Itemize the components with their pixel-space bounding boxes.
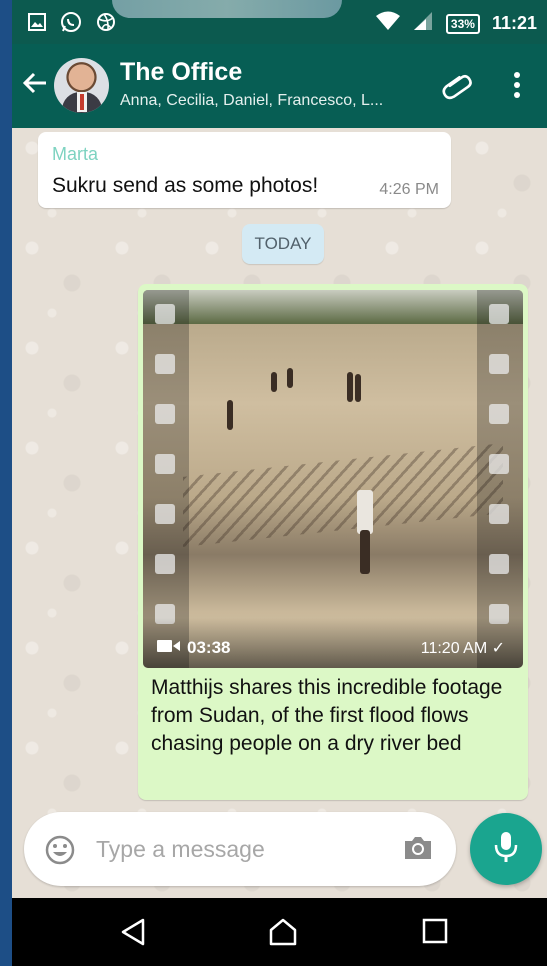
avatar[interactable]: [54, 58, 109, 113]
sender-name: Marta: [52, 144, 99, 164]
chat-area[interactable]: Marta Sukru send as some photos! 4:26 PM…: [12, 128, 547, 898]
chat-title[interactable]: The Office: [120, 58, 242, 87]
phone-screen: 33% 11:21 The Office Anna, Cecilia, Dani…: [12, 0, 547, 966]
microphone-icon: [493, 830, 519, 869]
filmstrip-right: [477, 290, 523, 668]
message-input[interactable]: [96, 826, 386, 872]
nav-back-icon[interactable]: [120, 918, 146, 951]
clock: 11:21: [491, 13, 537, 33]
wallpaper-peek: [112, 0, 342, 18]
more-vert-icon[interactable]: [512, 72, 522, 103]
battery-icon: 33%: [445, 13, 480, 34]
message-text: Sukru send as some photos!: [52, 174, 319, 197]
message-time: 4:26 PM: [379, 181, 439, 198]
video-duration: 03:38: [187, 638, 231, 657]
message-time: 11:20 AM ✓: [420, 640, 505, 657]
date-separator: TODAY: [242, 224, 324, 264]
video-caption: Matthijs shares this incredible footage …: [151, 676, 503, 755]
nav-home-icon[interactable]: [268, 918, 298, 951]
microphone-button[interactable]: [470, 813, 542, 885]
outgoing-video-message[interactable]: 03:38 11:20 AM ✓ Matthijs shares this in…: [138, 284, 528, 800]
emoji-icon[interactable]: [44, 834, 76, 871]
chat-header: The Office Anna, Cecilia, Daniel, France…: [12, 44, 547, 128]
image-icon: [28, 13, 46, 36]
back-arrow-icon[interactable]: [22, 70, 48, 101]
video-thumbnail[interactable]: 03:38 11:20 AM ✓: [143, 290, 523, 668]
status-bar: 33% 11:21: [12, 0, 547, 44]
video-camera-icon: [157, 638, 181, 658]
navigation-bar: [12, 898, 547, 966]
filmstrip-left: [143, 290, 189, 668]
signal-icon: [412, 11, 434, 36]
nav-recents-icon[interactable]: [422, 918, 448, 949]
chat-participants[interactable]: Anna, Cecilia, Daniel, Francesco, L...: [120, 92, 430, 110]
whatsapp-icon: [60, 11, 82, 38]
camera-icon[interactable]: [402, 834, 434, 867]
message-composer: [24, 812, 456, 886]
dribbble-icon: [96, 12, 116, 37]
wifi-icon: [375, 11, 400, 36]
paperclip-icon[interactable]: [442, 70, 472, 105]
incoming-message[interactable]: Marta Sukru send as some photos! 4:26 PM: [38, 132, 451, 208]
